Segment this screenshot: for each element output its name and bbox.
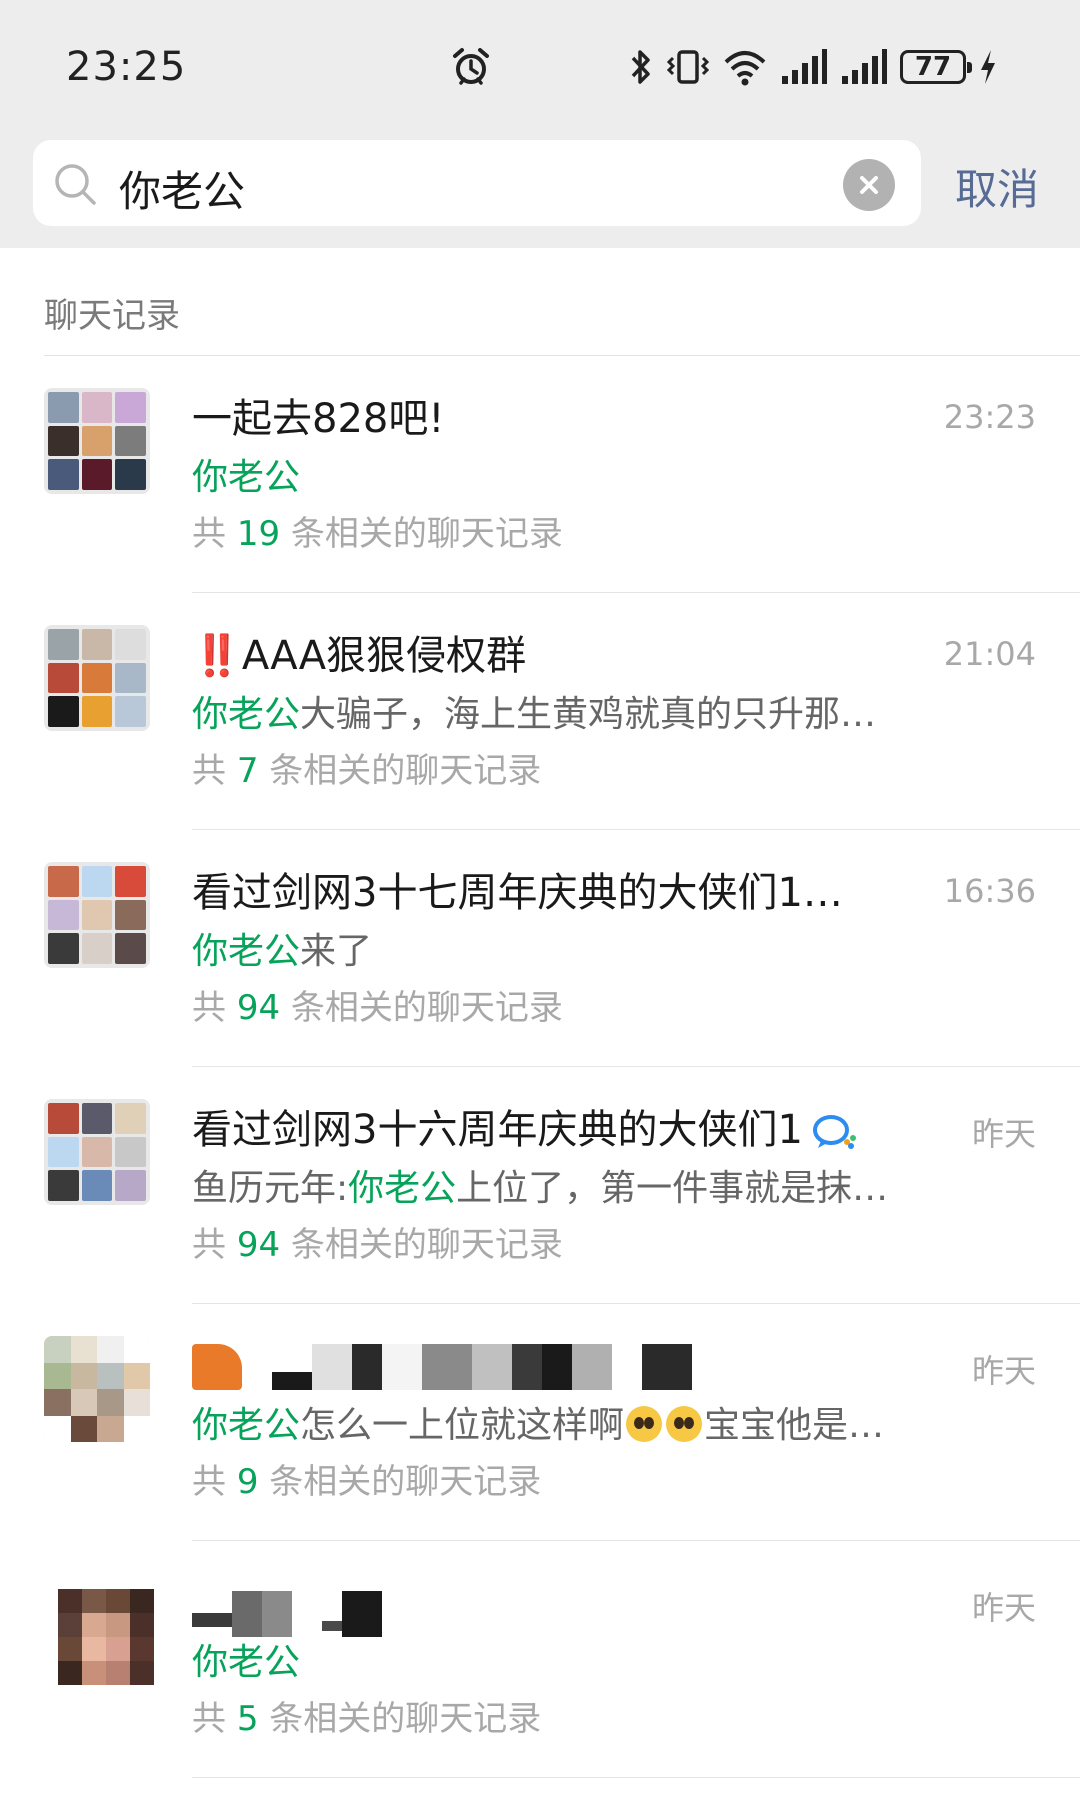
match-count: 共 5 条相关的聊天记录 [192,1699,542,1739]
match-count: 共 9 条相关的聊天记录 [192,1462,542,1502]
double-exclamation-icon: ‼️ [192,633,242,679]
match-snippet: 你老公 [192,448,932,500]
alarm-icon [453,48,489,85]
match-count: 共 7 条相关的聊天记录 [192,751,542,791]
chat-result-item[interactable]: 昨天 你老公怎么一上位就这样啊 宝宝他是… 共 9 条相关的聊天记录 [0,1304,1080,1541]
clear-search-button[interactable] [843,159,895,211]
divider [192,1777,1080,1778]
group-avatar [44,625,150,731]
search-field[interactable]: 你老公 [33,140,921,226]
chat-result-item[interactable]: 一起去828吧! 23:23 你老公 共 19 条相关的聊天记录 [0,356,1080,593]
vibrate-icon [666,50,710,84]
match-snippet: 鱼历元年:你老公上位了，第一件事就是抹… [192,1168,889,1209]
search-icon [55,164,96,205]
group-avatar [44,862,150,968]
wecom-icon [812,1115,856,1149]
match-count: 共 19 条相关的聊天记录 [192,514,563,554]
match-count: 共 94 条相关的聊天记录 [192,1225,563,1265]
chat-time: 昨天 [971,1115,1036,1153]
group-avatar [44,388,150,494]
match-highlight: 你老公 [192,1642,301,1683]
chat-result-item[interactable]: 看过剑网3十七周年庆典的大侠们1… 16:36 你老公来了 共 94 条相关的聊… [0,830,1080,1067]
charging-icon [981,50,995,84]
close-icon [860,176,878,194]
section-title: 聊天记录 [44,296,180,336]
match-snippet: 你老公怎么一上位就这样啊 宝宝他是… [192,1405,885,1446]
match-count: 共 94 条相关的聊天记录 [192,988,563,1028]
blurred-chat-title [192,1591,382,1637]
system-icons: 77 [628,44,998,90]
header: 23:25 77 你老公 取消 [0,0,1080,248]
match-highlight: 你老公 [192,931,301,972]
chat-result-item[interactable]: 看过剑网3十六周年庆典的大侠们1 昨天 鱼历元年:你老公上位了，第一件事就是抹…… [0,1067,1080,1304]
chat-time: 23:23 [943,398,1036,436]
match-highlight: 你老公 [192,457,301,498]
chat-time: 16:36 [943,872,1036,910]
match-snippet: 你老公 [192,1633,932,1685]
match-snippet: 你老公来了 [192,931,373,972]
chat-time: 昨天 [971,1589,1036,1627]
chat-result-item[interactable]: 昨天 你老公 共 5 条相关的聊天记录 [0,1541,1080,1778]
cancel-button[interactable]: 取消 [955,156,1039,217]
signal-icon [782,49,827,84]
chat-title: 看过剑网3十六周年庆典的大侠们1 [192,1097,942,1155]
match-highlight: 你老公 [192,694,301,735]
chat-time: 21:04 [943,635,1036,673]
battery-icon: 77 [900,50,972,84]
match-highlight: 你老公 [192,1405,301,1446]
search-input[interactable]: 你老公 [119,158,245,219]
wifi-icon [724,51,766,86]
blurred-avatar [58,1589,154,1685]
status-bar: 23:25 77 [0,0,1080,135]
status-time: 23:25 [66,44,187,90]
match-snippet: 你老公大骗子，海上生黄鸡就真的只升那… [192,694,877,735]
match-highlight: 你老公 [348,1168,457,1209]
pleading-face-icon [626,1406,663,1442]
chat-title: 一起去828吧! [192,396,445,442]
chat-result-item[interactable]: ‼️AAA狠狠侵权群 21:04 你老公大骗子，海上生黄鸡就真的只升那… 共 7… [0,593,1080,830]
chat-title: 看过剑网3十七周年庆典的大侠们1… [192,870,843,916]
group-avatar [44,1099,150,1205]
pleading-face-icon [666,1406,703,1442]
bluetooth-icon [631,50,650,84]
blurred-avatar [44,1336,150,1442]
chat-title: ‼️AAA狠狠侵权群 [192,633,527,679]
blurred-chat-title [192,1344,692,1390]
signal-icon [842,49,887,84]
chat-time: 昨天 [971,1352,1036,1390]
